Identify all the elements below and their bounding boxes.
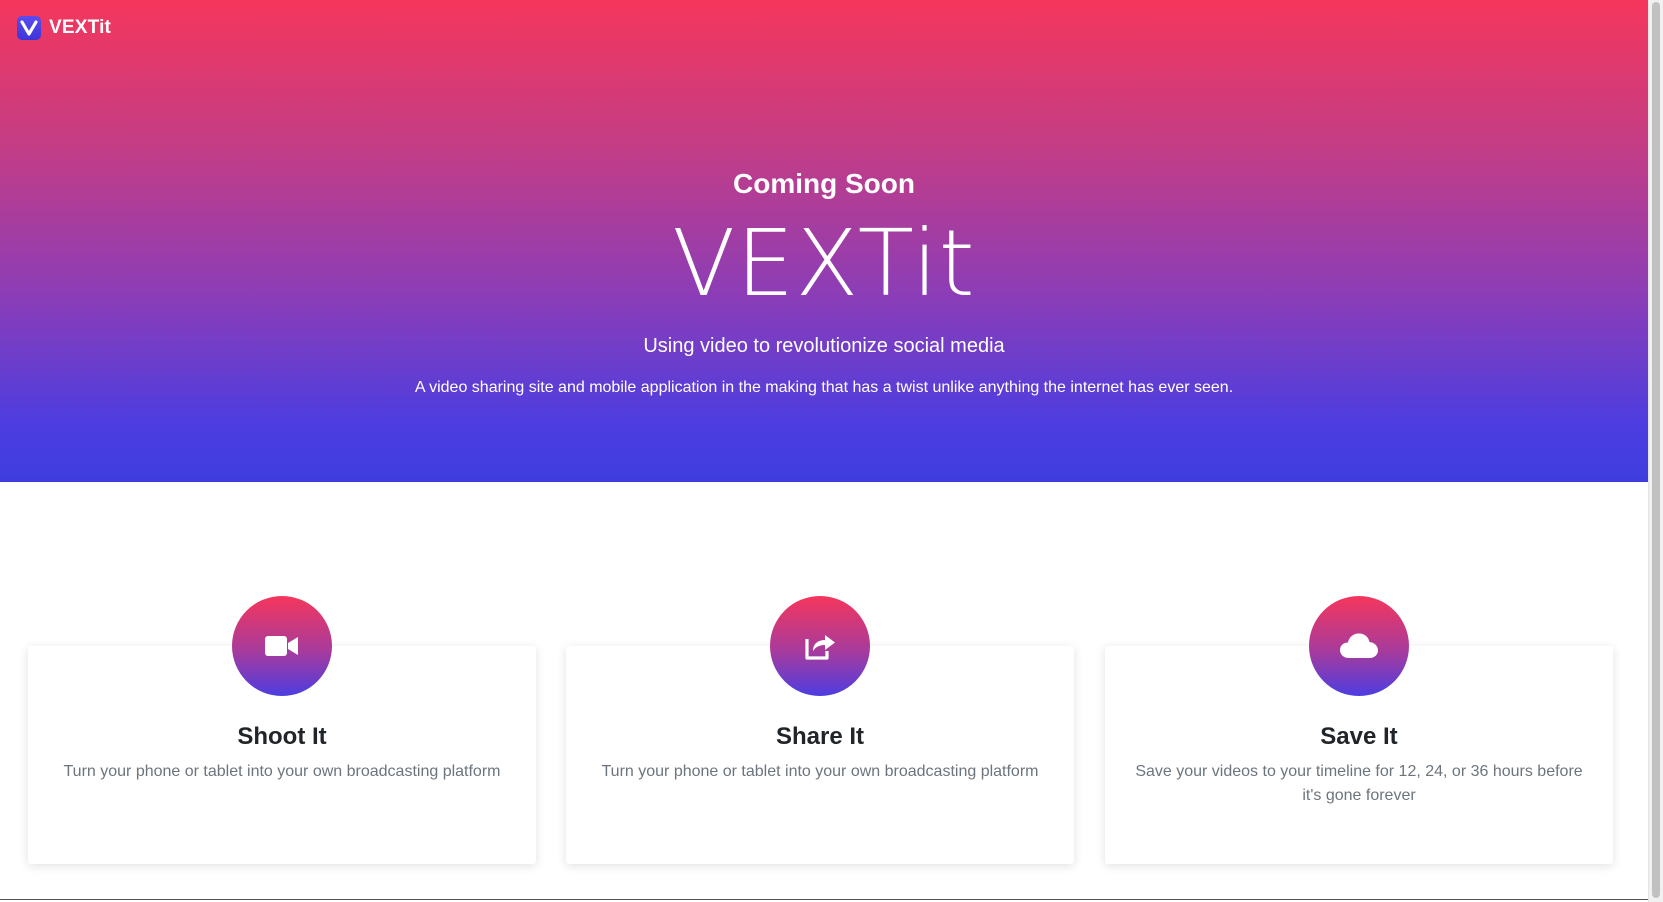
feature-title: Shoot It	[237, 723, 327, 750]
cloud-icon	[1309, 596, 1409, 696]
scrollbar-thumb[interactable]	[1652, 2, 1660, 898]
feature-title: Share It	[775, 723, 865, 750]
hero-description: A video sharing site and mobile applicat…	[414, 379, 1234, 396]
feature-card-share: Share It Turn your phone or tablet into …	[566, 596, 1074, 864]
feature-card-shoot: Shoot It Turn your phone or tablet into …	[28, 596, 536, 864]
brand-link[interactable]: VEXTit	[17, 16, 111, 40]
hero-title: VEXTit	[672, 210, 976, 317]
share-icon	[770, 596, 870, 696]
v-logo-icon	[17, 16, 41, 40]
divider	[0, 899, 1648, 900]
brand-name: VEXTit	[49, 17, 112, 38]
coming-soon-heading: Coming Soon	[733, 168, 915, 199]
video-camera-icon	[232, 596, 332, 696]
hero-subtitle: Using video to revolutionize social medi…	[643, 335, 1005, 357]
hero-section: VEXTit Coming Soon VEXTit Using video to…	[0, 0, 1648, 482]
feature-text: Turn your phone or tablet into your own …	[601, 763, 1039, 780]
features-section: Shoot It Turn your phone or tablet into …	[28, 596, 1631, 864]
feature-text: Turn your phone or tablet into your own …	[63, 763, 501, 780]
page: VEXTit Coming Soon VEXTit Using video to…	[0, 0, 1663, 902]
feature-title: Save It	[1320, 723, 1398, 750]
feature-card-save: Save It Save your videos to your timelin…	[1105, 596, 1613, 864]
page-content: VEXTit Coming Soon VEXTit Using video to…	[0, 0, 1648, 902]
vertical-scrollbar[interactable]	[1648, 0, 1663, 902]
feature-text: Save your videos to your timeline for 12…	[1135, 763, 1583, 804]
